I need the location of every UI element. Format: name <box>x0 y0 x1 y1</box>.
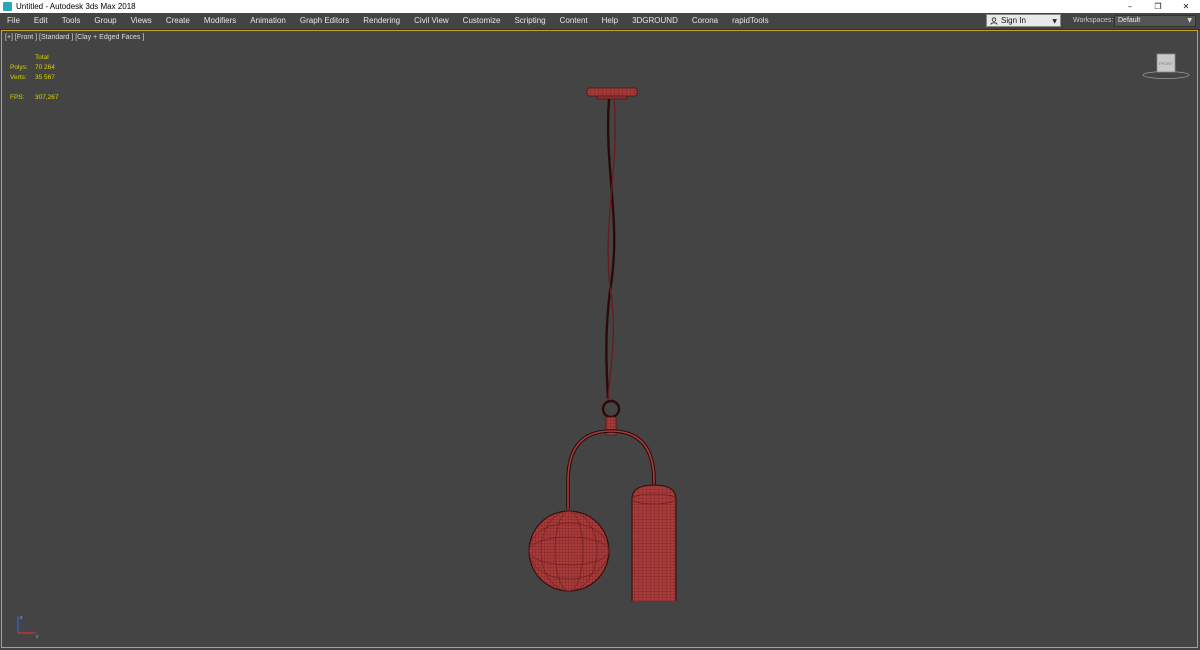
sign-in-dropdown[interactable]: Sign In ▼ <box>986 14 1061 27</box>
menu-edit[interactable]: Edit <box>27 13 55 29</box>
minimize-button[interactable]: – <box>1116 0 1144 13</box>
front-viewport[interactable]: [+] [Front ] [Standard ] [Clay + Edged F… <box>1 30 1198 648</box>
viewcube-face-label: FRONT <box>1159 61 1173 66</box>
stats-header: Total <box>35 54 49 61</box>
close-button[interactable]: ✕ <box>1172 0 1200 13</box>
polys-label: Polys: <box>10 64 28 71</box>
user-icon <box>990 16 998 25</box>
viewcube-compass-ring[interactable] <box>1142 71 1190 79</box>
axis-tripod-icon: z x <box>17 615 39 639</box>
verts-label: Verts: <box>10 74 27 81</box>
viewcube[interactable]: FRONT <box>1142 53 1192 81</box>
menu-corona[interactable]: Corona <box>685 13 725 29</box>
menu-file[interactable]: File <box>0 13 27 29</box>
menu-views[interactable]: Views <box>124 13 159 29</box>
fps-label: FPS: <box>10 94 25 101</box>
viewport-label[interactable]: [+] [Front ] [Standard ] [Clay + Edged F… <box>5 34 144 41</box>
ceiling-canopy[interactable] <box>586 87 638 100</box>
title-bar: Untitled - Autodesk 3ds Max 2018 – ❐ ✕ <box>0 0 1200 13</box>
suspension-cable[interactable] <box>605 98 616 400</box>
sign-in-label: Sign In <box>1001 16 1026 25</box>
window-title: Untitled - Autodesk 3ds Max 2018 <box>16 2 136 11</box>
menu-graph-editors[interactable]: Graph Editors <box>293 13 356 29</box>
x-axis-label: x <box>36 634 39 639</box>
sphere-shade[interactable] <box>528 510 610 592</box>
menu-3dground[interactable]: 3DGROUND <box>625 13 685 29</box>
menu-animation[interactable]: Animation <box>243 13 293 29</box>
z-axis-label: z <box>20 615 23 621</box>
menu-scripting[interactable]: Scripting <box>507 13 552 29</box>
menu-group[interactable]: Group <box>87 13 123 29</box>
menu-rapidtools[interactable]: rapidTools <box>725 13 775 29</box>
menu-civil-view[interactable]: Civil View <box>407 13 456 29</box>
workspace-value: Default <box>1118 17 1141 24</box>
polys-value: 70 264 <box>35 64 55 71</box>
menu-content[interactable]: Content <box>553 13 595 29</box>
menu-rendering[interactable]: Rendering <box>356 13 407 29</box>
workspaces-label: Workspaces: <box>1073 17 1114 24</box>
menu-modifiers[interactable]: Modifiers <box>197 13 243 29</box>
workspace-select[interactable]: Default ▼ <box>1114 15 1196 27</box>
cylinder-shade[interactable] <box>631 484 677 601</box>
menu-help[interactable]: Help <box>595 13 625 29</box>
menu-create[interactable]: Create <box>159 13 197 29</box>
chevron-down-icon: ▼ <box>1187 17 1192 24</box>
menu-tools[interactable]: Tools <box>55 13 88 29</box>
window-controls: – ❐ ✕ <box>1116 0 1200 13</box>
pendant-lamp-model[interactable] <box>502 81 702 601</box>
restore-button[interactable]: ❐ <box>1144 0 1172 13</box>
app-window: Untitled - Autodesk 3ds Max 2018 – ❐ ✕ F… <box>0 0 1200 650</box>
fps-value: 307,267 <box>35 94 59 101</box>
verts-value: 35 567 <box>35 74 55 81</box>
menu-customize[interactable]: Customize <box>456 13 508 29</box>
app-logo-icon <box>3 2 12 11</box>
chevron-down-icon: ▼ <box>1052 18 1057 25</box>
hanging-ring[interactable] <box>601 399 621 419</box>
